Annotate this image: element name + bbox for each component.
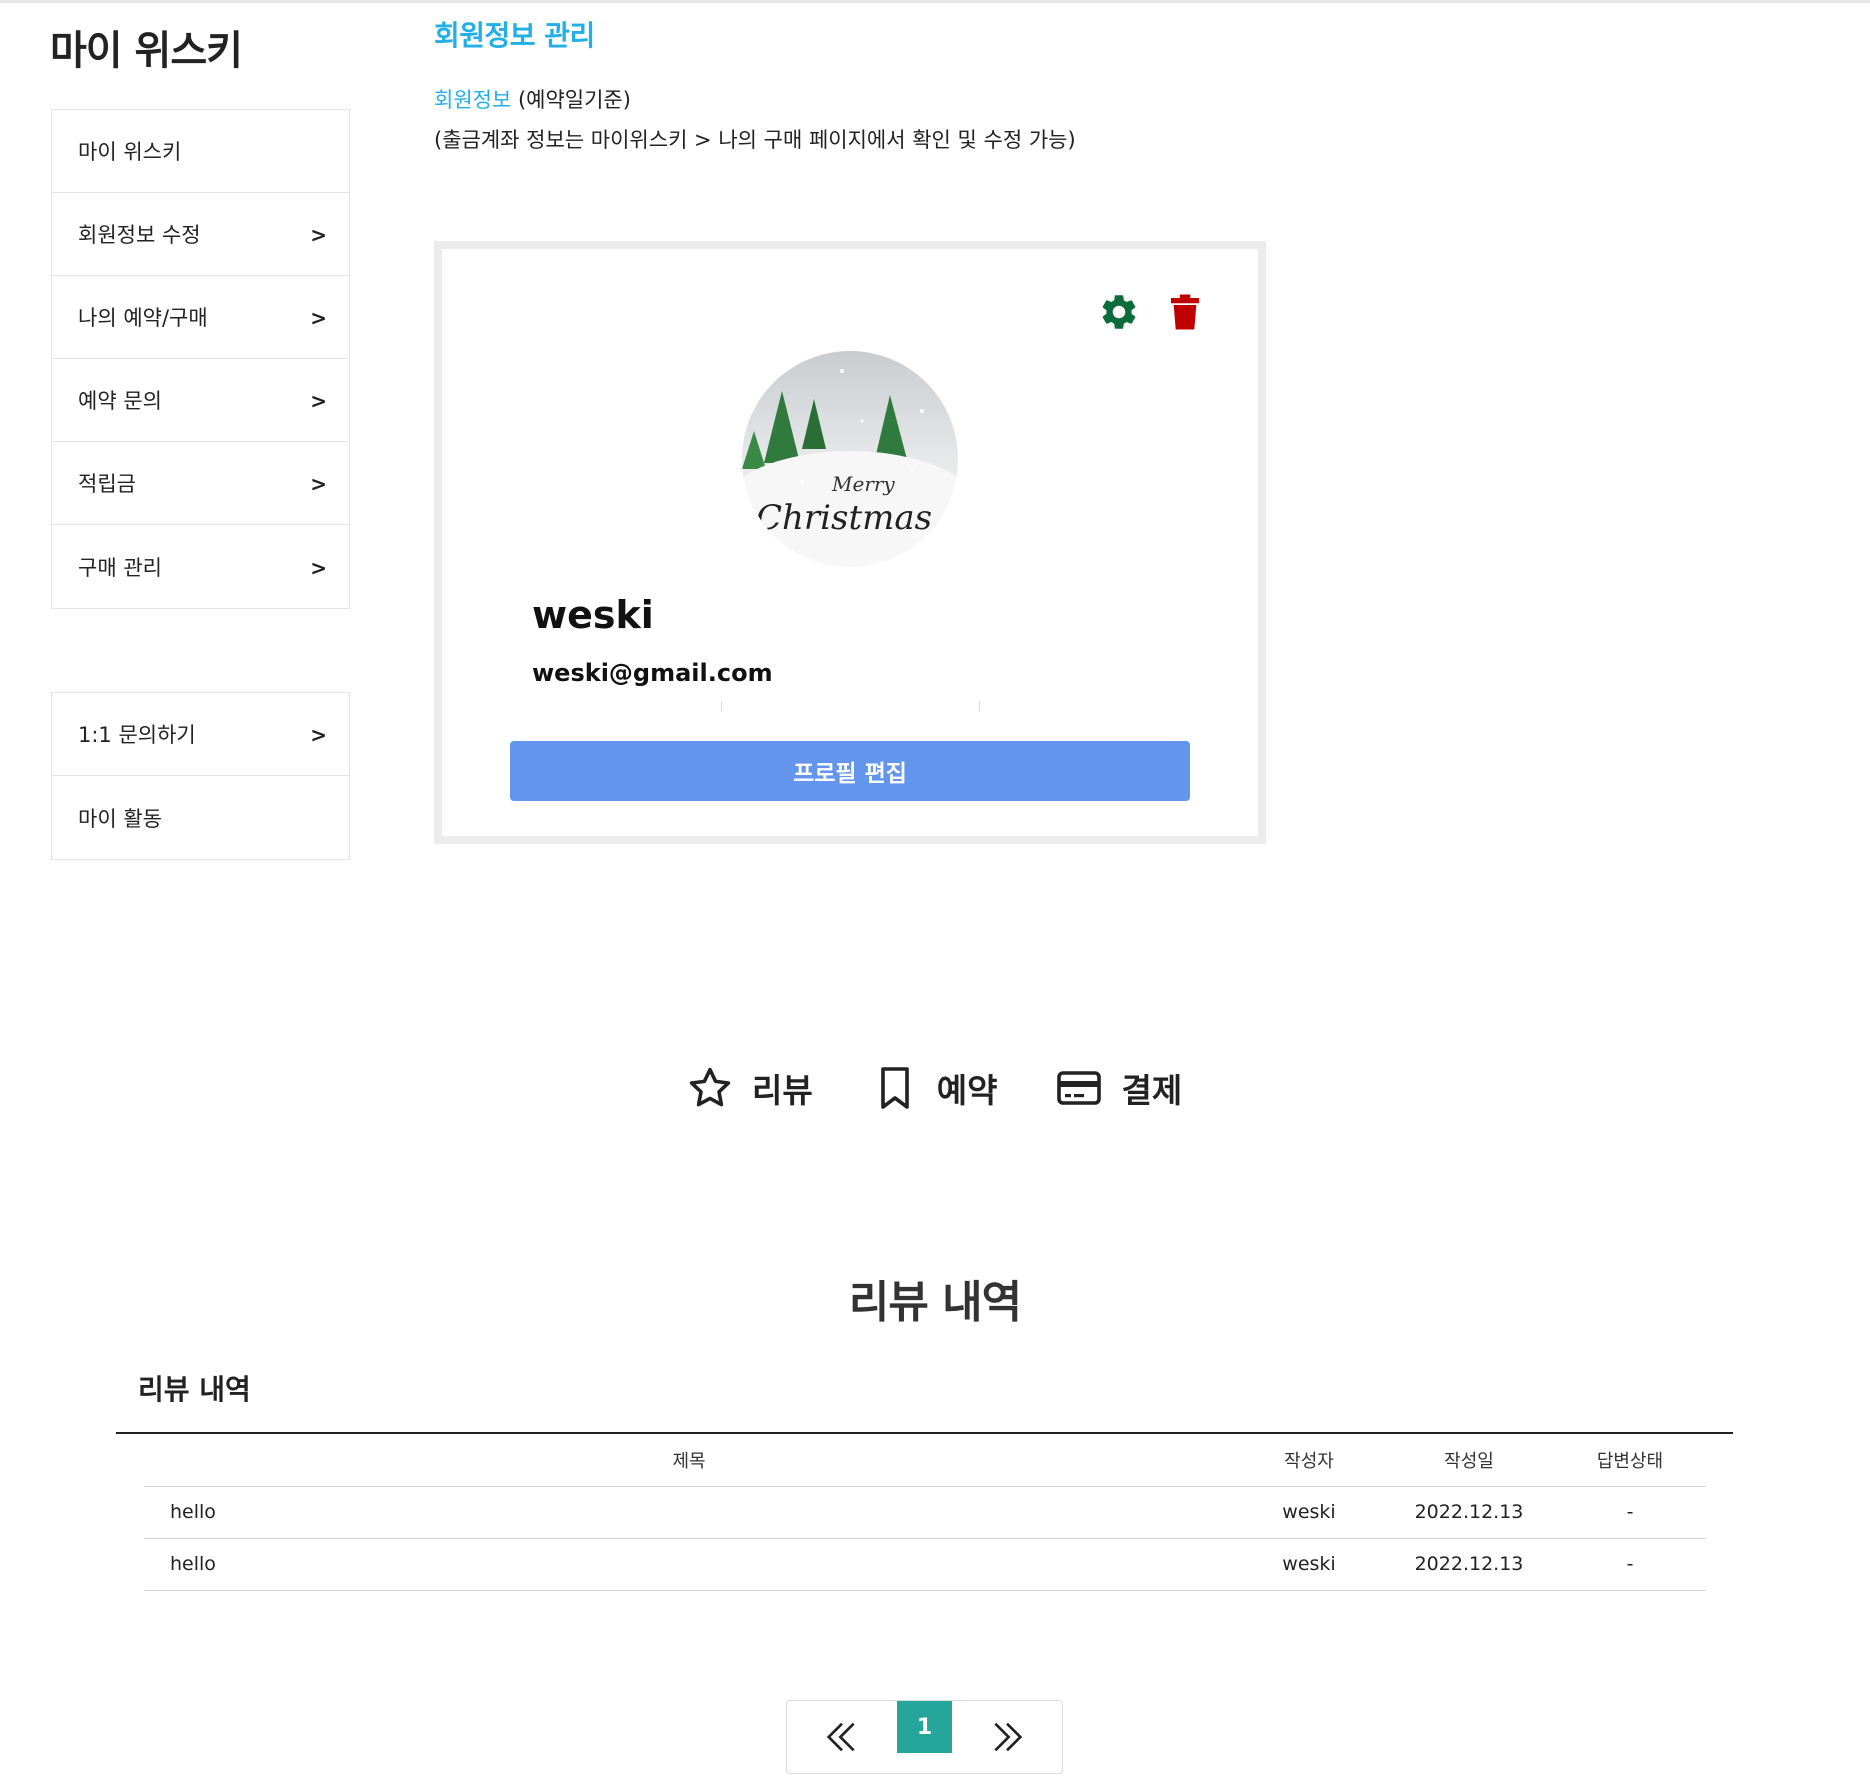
credit-card-icon [1057, 1071, 1102, 1105]
avatar-text-christmas: Christmas [756, 498, 932, 538]
tab-label: 예약 [936, 1071, 998, 1110]
account-info-note: (출금계좌 정보는 마이위스키 > 나의 구매 페이지에서 확인 및 수정 가능… [434, 128, 1076, 152]
profile-username: weski [532, 593, 654, 637]
chevron-right-icon: > [310, 389, 327, 414]
pagination-page-current[interactable]: 1 [897, 1701, 952, 1753]
double-chevron-left-icon [826, 1722, 855, 1752]
christmas-avatar-image: Merry Christmas [742, 351, 958, 567]
sidebar-item-my-whisky[interactable]: 마이 위스키 [52, 110, 349, 193]
avatar: Merry Christmas [742, 351, 958, 567]
tab-label: 결제 [1121, 1071, 1183, 1110]
sidebar-item-label: 마이 활동 [78, 806, 162, 831]
sidebar-item-my-activity[interactable]: 마이 활동 [52, 776, 349, 859]
column-header-title: 제목 [144, 1434, 1234, 1487]
double-chevron-right-icon [994, 1722, 1023, 1752]
sidebar-menu-secondary: 1:1 문의하기 > 마이 활동 [51, 692, 350, 860]
reviews-table: 제목 작성자 작성일 답변상태 hello weski 2022.12.13 -… [144, 1434, 1706, 1591]
edit-profile-button[interactable]: 프로필 편집 [510, 741, 1190, 801]
trash-icon[interactable] [1164, 289, 1206, 335]
table-row[interactable]: hello weski 2022.12.13 - [144, 1538, 1706, 1591]
sidebar-item-edit-profile[interactable]: 회원정보 수정 > [52, 193, 349, 276]
member-info-heading: 회원정보 (예약일기준) [434, 84, 631, 114]
sidebar-item-label: 나의 예약/구매 [78, 306, 208, 330]
review-date: 2022.12.13 [1384, 1486, 1554, 1539]
pagination: 1 [786, 1700, 1063, 1774]
pagination-next-button[interactable] [952, 1701, 1062, 1773]
activity-tabs: 리뷰 예약 결제 [686, 1064, 1182, 1112]
member-info-basis: (예약일기준) [511, 88, 631, 112]
sidebar-item-reservation-inquiry[interactable]: 예약 문의 > [52, 359, 349, 442]
card-actions [1098, 289, 1206, 335]
chevron-right-icon: > [310, 306, 327, 331]
column-header-status: 답변상태 [1554, 1434, 1706, 1487]
sidebar-item-points[interactable]: 적립금 > [52, 442, 349, 525]
tab-label: 리뷰 [752, 1071, 813, 1110]
review-title[interactable]: hello [144, 1486, 1234, 1539]
column-header-date: 작성일 [1384, 1434, 1554, 1487]
sidebar-title: 마이 위스키 [50, 28, 243, 74]
tab-reservations[interactable]: 예약 [871, 1064, 998, 1112]
chevron-right-icon: > [310, 555, 327, 580]
star-icon [689, 1067, 731, 1107]
chevron-right-icon: > [310, 472, 327, 497]
review-author: weski [1234, 1486, 1384, 1539]
review-author: weski [1234, 1538, 1384, 1591]
tab-payments[interactable]: 결제 [1055, 1064, 1182, 1112]
sidebar-item-purchase-management[interactable]: 구매 관리 > [52, 525, 349, 608]
sidebar-item-one-on-one-inquiry[interactable]: 1:1 문의하기 > [52, 693, 349, 776]
sidebar-item-label: 1:1 문의하기 [78, 723, 196, 747]
sidebar-item-label: 구매 관리 [78, 555, 162, 580]
sidebar-item-label: 회원정보 수정 [78, 223, 201, 247]
reviews-section-title: 리뷰 내역 [848, 1277, 1022, 1328]
profile-card: Merry Christmas weski weski@gmail.com 프로… [434, 241, 1266, 844]
pagination-prev-button[interactable] [787, 1701, 897, 1773]
table-header-row: 제목 작성자 작성일 답변상태 [144, 1434, 1706, 1487]
member-info-link[interactable]: 회원정보 [434, 88, 511, 112]
chevron-right-icon: > [310, 723, 327, 748]
review-date: 2022.12.13 [1384, 1538, 1554, 1591]
divider [721, 701, 722, 711]
bookmark-icon [880, 1067, 909, 1109]
sidebar-item-label: 예약 문의 [78, 389, 162, 413]
column-header-author: 작성자 [1234, 1434, 1384, 1487]
review-status: - [1554, 1538, 1706, 1591]
avatar-text-merry: Merry [831, 472, 895, 496]
top-border [0, 0, 1870, 3]
page-title: 회원정보 관리 [434, 19, 595, 52]
reviews-subtitle: 리뷰 내역 [138, 1373, 251, 1406]
profile-email: weski@gmail.com [532, 659, 773, 687]
divider [979, 701, 980, 711]
sidebar-menu: 마이 위스키 회원정보 수정 > 나의 예약/구매 > 예약 문의 > 적립금 … [51, 109, 350, 609]
review-status: - [1554, 1486, 1706, 1539]
table-row[interactable]: hello weski 2022.12.13 - [144, 1486, 1706, 1539]
sidebar-item-label: 적립금 [78, 472, 136, 496]
tab-reviews[interactable]: 리뷰 [686, 1064, 813, 1112]
chevron-right-icon: > [310, 223, 327, 248]
review-title[interactable]: hello [144, 1538, 1234, 1591]
sidebar-item-label: 마이 위스키 [78, 140, 182, 164]
gear-icon[interactable] [1098, 289, 1140, 335]
sidebar-item-my-reservations[interactable]: 나의 예약/구매 > [52, 276, 349, 359]
